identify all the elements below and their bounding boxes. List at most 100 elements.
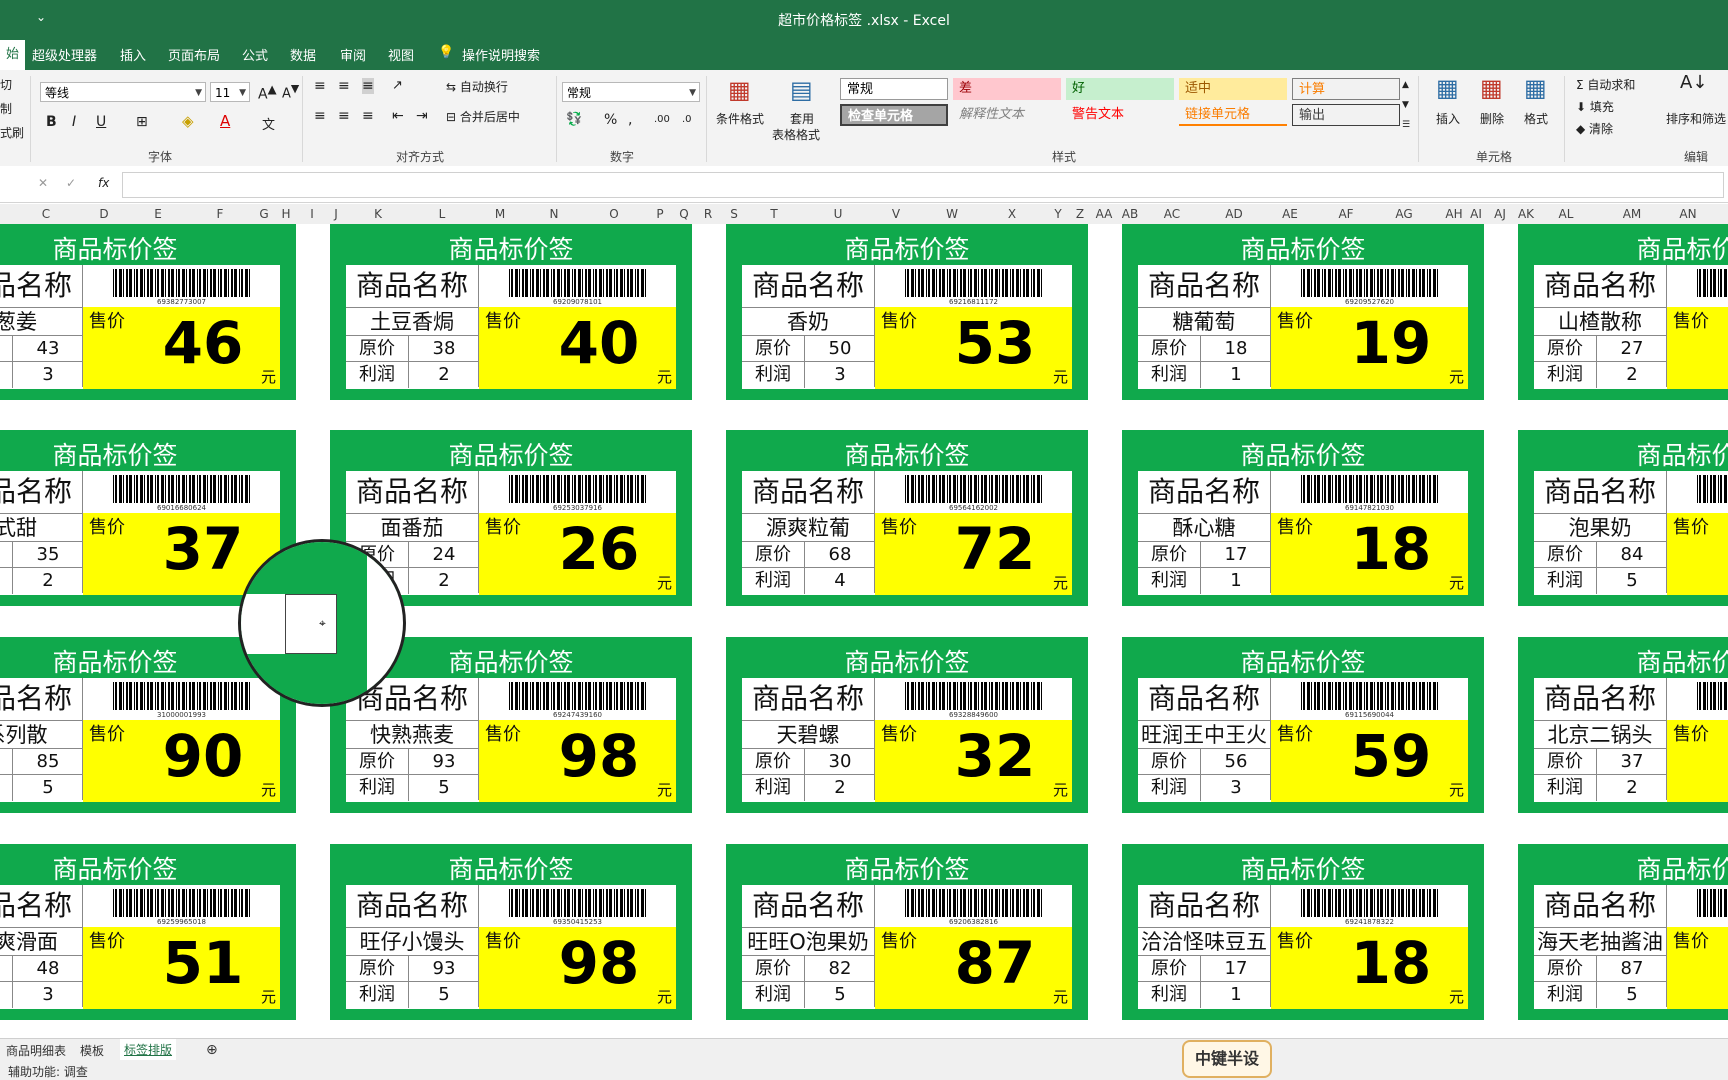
column-letter[interactable]: AJ xyxy=(1494,207,1506,221)
insert-cells-icon[interactable]: ▦ xyxy=(1436,74,1459,102)
column-letter[interactable]: I xyxy=(310,207,314,221)
tab-view[interactable]: 视图 xyxy=(388,45,414,64)
price-label[interactable]: 商品标价签 商品名称 69209527620 糖葡萄 原价 18 利润 1 售价 19 元 xyxy=(1122,224,1484,400)
column-letter[interactable]: J xyxy=(334,207,338,221)
format-painter-button[interactable]: 式刷 xyxy=(0,124,24,141)
style-calculation[interactable]: 计算 xyxy=(1292,78,1400,100)
sheet-tab-template[interactable]: 模板 xyxy=(80,1042,104,1059)
price-label[interactable]: 商品标价签商品名称山楂散称原价 27 利润 2 售价元 xyxy=(1518,224,1728,400)
sheet-tab-product-details[interactable]: 商品明细表 xyxy=(6,1042,66,1059)
indent-decrease-icon[interactable]: ⇤ xyxy=(392,108,404,124)
increase-decimal-icon[interactable]: .00 xyxy=(654,114,670,125)
column-letter[interactable]: S xyxy=(730,207,738,221)
number-format-select[interactable]: 常规 ▼ xyxy=(562,82,700,102)
merge-center-button[interactable]: ⊟ 合并后居中 xyxy=(446,108,520,125)
tab-page-layout[interactable]: 页面布局 xyxy=(168,45,220,64)
align-middle-icon[interactable]: ≡ xyxy=(338,78,350,94)
comma-icon[interactable]: , xyxy=(628,112,632,128)
column-letter[interactable]: AD xyxy=(1225,207,1242,221)
column-letter[interactable]: AA xyxy=(1096,207,1113,221)
price-label[interactable]: 商品标价签商品名称 69382773007 葱姜原价 43 利润 3 售价 46 元 xyxy=(0,224,296,400)
style-output[interactable]: 输出 xyxy=(1292,104,1400,126)
column-letter[interactable]: P xyxy=(656,207,663,221)
format-cells-button[interactable]: 格式 xyxy=(1524,110,1548,127)
column-letter[interactable]: M xyxy=(495,207,505,221)
insert-function-icon[interactable]: fx xyxy=(98,176,109,190)
column-letter[interactable]: O xyxy=(609,207,618,221)
align-top-icon[interactable]: ≡ xyxy=(314,78,326,94)
tab-super-processor[interactable]: 超级处理器 xyxy=(32,45,97,64)
enter-icon[interactable]: ✓ xyxy=(66,176,76,190)
price-label[interactable]: 商品标价签 商品名称 69564162002 源爽粒葡 原价 68 利润 4 售价 72 元 xyxy=(726,430,1088,606)
price-label[interactable]: 商品标价签 商品名称 69209078101 土豆香焗 原价 38 利润 2 售价 40 元 xyxy=(330,224,692,400)
style-neutral[interactable]: 适中 xyxy=(1179,78,1287,100)
add-sheet-icon[interactable]: ⊕ xyxy=(206,1042,218,1058)
font-size-select[interactable]: 11 ▼ xyxy=(210,82,250,102)
price-label[interactable]: 商品标价签 商品名称 69147821030 酥心糖 原价 17 利润 1 售价 18 元 xyxy=(1122,430,1484,606)
align-bottom-icon[interactable]: ≡ xyxy=(362,78,374,94)
style-check-cell[interactable]: 检查单元格 xyxy=(840,104,948,126)
tab-home[interactable]: 始 xyxy=(0,40,26,70)
currency-icon[interactable]: 💱 xyxy=(566,112,582,127)
column-letter[interactable]: Z xyxy=(1076,207,1084,221)
style-normal[interactable]: 常规 xyxy=(840,78,948,100)
fill-button[interactable]: ⬇ 填充 xyxy=(1576,98,1614,115)
decrease-font-icon[interactable]: A▼ xyxy=(282,82,299,101)
style-warning[interactable]: 警告文本 xyxy=(1066,104,1174,126)
sort-filter-icon[interactable]: A↓ xyxy=(1680,72,1707,93)
column-letter[interactable]: F xyxy=(217,207,224,221)
delete-cells-icon[interactable]: ▦ xyxy=(1480,74,1503,102)
column-letter[interactable]: N xyxy=(550,207,559,221)
conditional-format-button[interactable]: 条件格式 xyxy=(716,110,764,127)
autosum-button[interactable]: Σ 自动求和 xyxy=(1576,76,1635,93)
column-letter[interactable]: V xyxy=(892,207,900,221)
format-as-table-button[interactable]: 套用 xyxy=(790,110,814,127)
column-letter[interactable]: X xyxy=(1008,207,1016,221)
orientation-icon[interactable]: ↗ xyxy=(392,78,403,93)
indent-increase-icon[interactable]: ⇥ xyxy=(416,108,428,124)
format-cells-icon[interactable]: ▦ xyxy=(1524,74,1547,102)
column-letter[interactable]: AG xyxy=(1395,207,1412,221)
decrease-decimal-icon[interactable]: .0 xyxy=(682,114,692,125)
align-left-icon[interactable]: ≡ xyxy=(314,108,326,124)
align-center-icon[interactable]: ≡ xyxy=(338,108,350,124)
column-letter[interactable]: AM xyxy=(1623,207,1642,221)
column-letter[interactable]: AI xyxy=(1470,207,1482,221)
column-letter[interactable]: AE xyxy=(1282,207,1298,221)
cut-button[interactable]: 切 xyxy=(0,76,12,93)
column-letter[interactable]: U xyxy=(834,207,843,221)
font-name-select[interactable]: 等线 ▼ xyxy=(40,82,206,102)
price-label[interactable]: 商品标价签 商品名称 69328849600 天碧螺 原价 30 利润 2 售价 32 元 xyxy=(726,637,1088,813)
tab-insert[interactable]: 插入 xyxy=(120,45,146,64)
copy-button[interactable]: 制 xyxy=(0,100,12,117)
column-letter[interactable]: AB xyxy=(1122,207,1138,221)
underline-button[interactable]: U xyxy=(96,114,106,130)
increase-font-icon[interactable]: A▲ xyxy=(258,82,277,103)
column-letter[interactable]: Q xyxy=(679,207,688,221)
insert-cells-button[interactable]: 插入 xyxy=(1436,110,1460,127)
scroll-down-icon[interactable]: ▼ xyxy=(1402,100,1409,110)
column-letter[interactable]: Y xyxy=(1054,207,1061,221)
column-letter[interactable]: D xyxy=(99,207,108,221)
table-format-icon[interactable]: ▤ xyxy=(790,76,813,104)
fill-color-icon[interactable]: ◈ xyxy=(182,112,194,130)
more-styles-icon[interactable]: ☰ xyxy=(1402,120,1410,130)
price-label[interactable]: 商品标价签 商品名称 69216811172 香奶 原价 50 利润 3 售价 53 元 xyxy=(726,224,1088,400)
column-letter[interactable]: K xyxy=(374,207,382,221)
price-label[interactable]: 商品标价签商品名称北京二锅头原价 37 利润 2 售价元 xyxy=(1518,637,1728,813)
style-linked-cell[interactable]: 链接单元格 xyxy=(1179,104,1287,126)
sort-filter-button[interactable]: 排序和筛选 xyxy=(1666,110,1726,127)
bold-button[interactable]: B xyxy=(46,114,57,130)
conditional-format-icon[interactable]: ▦ xyxy=(728,76,751,104)
column-letter[interactable]: AK xyxy=(1518,207,1534,221)
borders-icon[interactable]: ⊞ xyxy=(136,114,148,130)
delete-cells-button[interactable]: 删除 xyxy=(1480,110,1504,127)
phonetic-icon[interactable]: 文 xyxy=(262,114,275,133)
style-good[interactable]: 好 xyxy=(1066,78,1174,100)
column-letter[interactable]: E xyxy=(154,207,162,221)
column-letter[interactable]: L xyxy=(439,207,446,221)
align-right-icon[interactable]: ≡ xyxy=(362,108,374,124)
price-label[interactable]: 商品标价签商品名称海天老抽酱油原价 87 利润 5 售价元 xyxy=(1518,844,1728,1020)
price-label[interactable]: 商品标价签 商品名称 69115690044 旺润王中王火 原价 56 利润 3 售价 59 元 xyxy=(1122,637,1484,813)
wrap-text-button[interactable]: ⇆ 自动换行 xyxy=(446,78,508,95)
